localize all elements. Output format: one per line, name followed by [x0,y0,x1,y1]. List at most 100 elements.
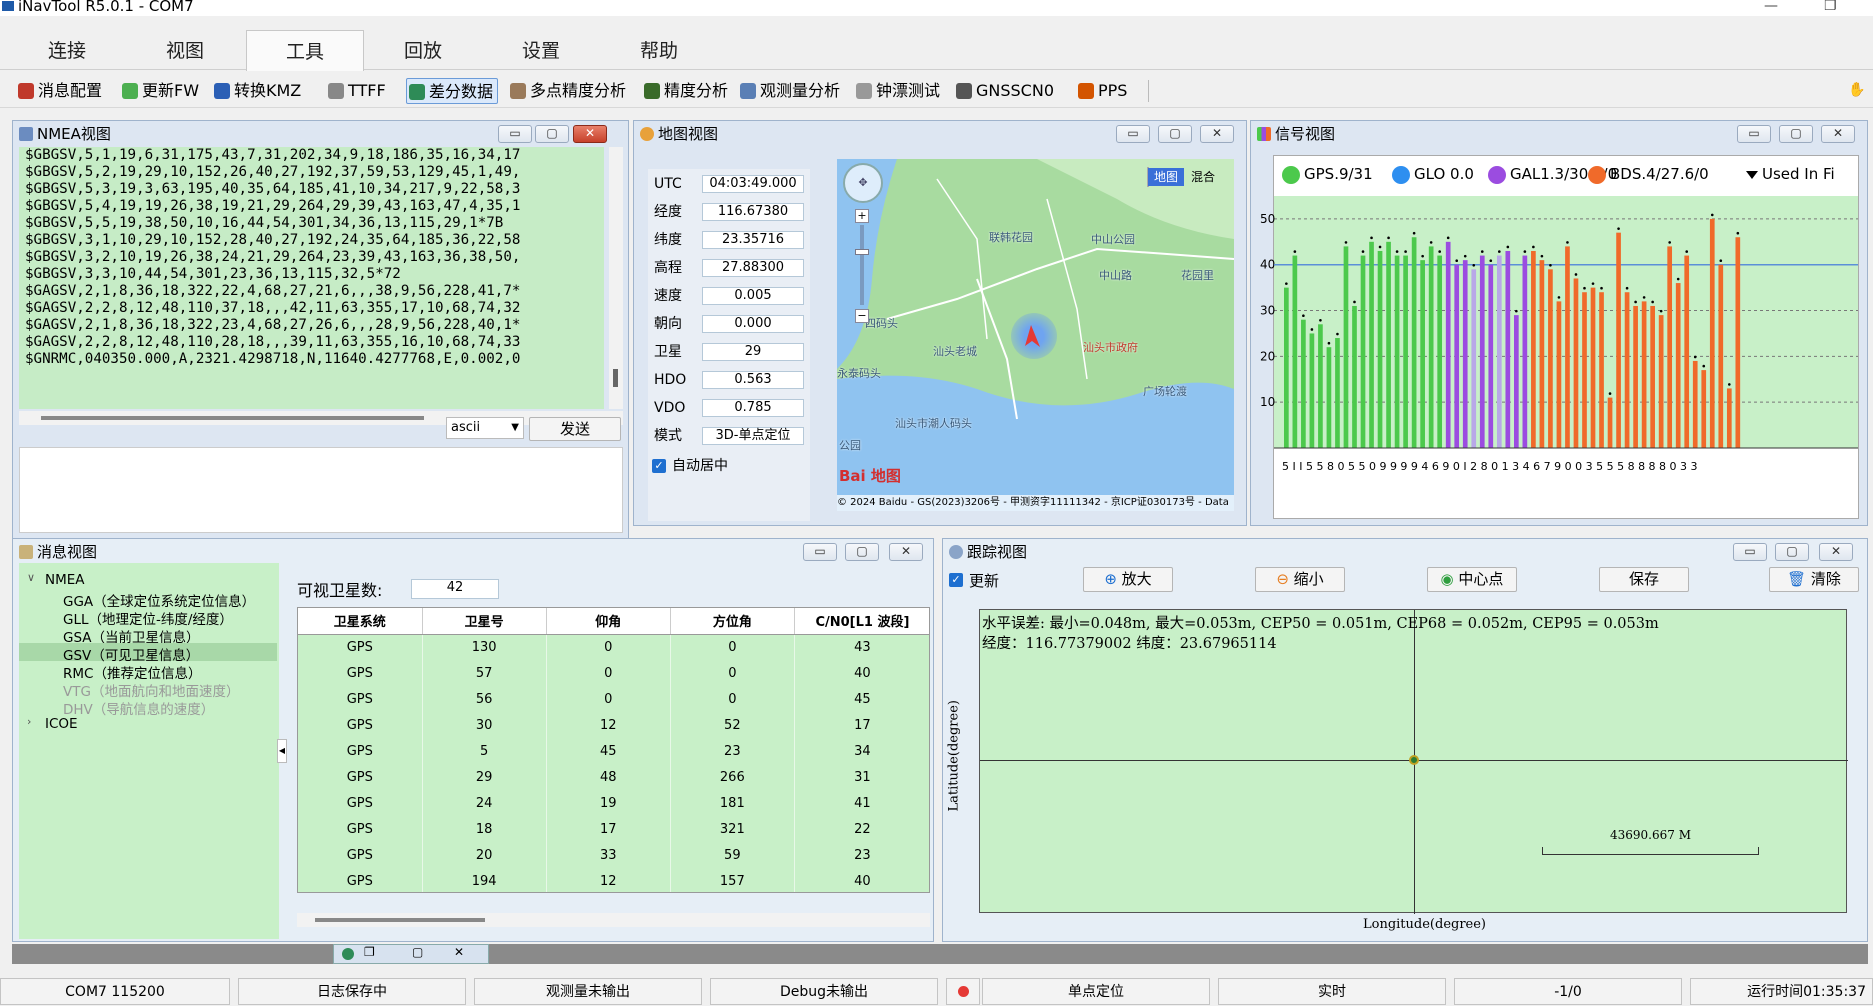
minimize-button[interactable]: ▭ [498,125,532,143]
map-place-label[interactable]: 广场轮渡 [1143,383,1187,399]
splitter-handle[interactable]: ◀ [277,739,287,763]
map-place-label[interactable]: 永泰码头 [837,365,881,381]
maximize-icon[interactable]: ▢ [412,945,423,959]
tree-item[interactable]: GGA（全球定位系统定位信息） [19,589,277,610]
toolbar-multipoint-accuracy-button[interactable]: 多点精度分析 [508,78,626,104]
hand-icon[interactable]: ✋ [1848,82,1865,98]
tree-item[interactable]: GSV（可见卫星信息） [19,643,277,664]
zoom-handle[interactable] [855,249,869,255]
scroll-thumb[interactable] [613,369,618,387]
table-row[interactable]: GPS 5 45 23 34 [298,738,929,764]
close-button[interactable]: ✕ [573,125,607,143]
minimize-button[interactable]: ▭ [1733,543,1767,561]
tab-1[interactable]: 视图 [126,36,244,70]
clear-button[interactable]: 🗑 清除 [1769,567,1859,592]
map-place-label[interactable]: 汕头老城 [933,343,977,359]
column-header[interactable]: 卫星系统 [298,608,423,635]
close-button[interactable]: ✕ [1819,543,1853,561]
pan-control-icon[interactable]: ✥ [843,163,883,203]
tree-item[interactable]: GLL（地理定位-纬度/经度） [19,607,277,628]
map-place-label[interactable]: 四码头 [865,315,898,331]
chevron-right-icon[interactable]: › [27,715,31,728]
zoom-out-button[interactable]: ⊖ 缩小 [1255,567,1345,592]
toolbar-diff-data-button[interactable]: 差分数据 [406,78,499,104]
toolbar-convert-kmz-button[interactable]: 转换KMZ [212,78,301,104]
tree-item[interactable]: RMC（推荐定位信息） [19,661,277,682]
map-place-label[interactable]: 中山公园 [1091,231,1135,247]
hscroll-thumb[interactable] [41,416,424,420]
table-row[interactable]: GPS 24 19 181 41 [298,790,929,816]
map-place-label[interactable]: 汕头市政府 [1083,339,1138,355]
encoding-select[interactable]: ascii ▼ [446,417,524,439]
tab-0[interactable]: 连接 [8,36,126,70]
update-checkbox[interactable]: ✓ [949,573,963,587]
track-plot[interactable]: 水平误差: 最小=0.048m, 最大=0.053m, CEP50 = 0.05… [979,609,1848,914]
table-row[interactable]: GPS 56 0 0 45 [298,686,929,712]
minimize-button[interactable]: ▭ [1737,125,1771,143]
map-canvas[interactable]: 联韩花园 中山公园中山路 花园里四码头汕头老城 汕头市政府永泰码头广场轮渡汕头市潮人码… [837,159,1234,511]
table-row[interactable]: GPS 20 33 59 23 [298,842,929,868]
tab-3[interactable]: 回放 [364,36,482,70]
maximize-button[interactable]: ▢ [1158,125,1192,143]
maximize-button[interactable]: ▢ [845,543,879,561]
zoom-in-icon[interactable]: + [855,209,869,223]
map-place-label[interactable]: 联韩花园 [989,229,1033,245]
nmea-text-area[interactable]: $GBGSV,5,1,19,6,31,175,43,7,31,202,34,9,… [19,147,604,409]
close-icon[interactable]: ✕ [454,945,464,959]
close-button[interactable]: ✕ [1200,125,1234,143]
table-horizontal-scrollbar[interactable] [297,913,930,927]
maximize-button[interactable]: ▢ [1775,543,1809,561]
chevron-down-icon[interactable]: ∨ [27,571,35,584]
tree-item[interactable]: DHV（导航信息的速度） [19,697,277,718]
toolbar-ttff-button[interactable]: TTFF [326,78,386,104]
toolbar-update-fw-button[interactable]: 更新FW [120,78,199,104]
minimized-window[interactable]: ❐ ▢ ✕ [333,944,489,964]
map-place-label[interactable]: 花园里 [1181,267,1214,283]
toolbar-clock-drift-button[interactable]: 钟漂测试 [854,78,940,104]
close-button[interactable]: ✕ [889,543,923,561]
restore-icon[interactable]: ❐ [1824,0,1837,13]
minimize-button[interactable]: ▭ [1116,125,1150,143]
table-row[interactable]: GPS 130 0 0 43 [298,634,929,660]
tab-5[interactable]: 帮助 [600,36,718,70]
table-row[interactable]: GPS 194 12 157 40 [298,868,929,892]
message-tree[interactable]: ∨ NMEA GGA（全球定位系统定位信息） GLL（地理定位-纬度/经度） GSA（当… [19,563,279,939]
table-row[interactable]: GPS 18 17 321 22 [298,816,929,842]
table-row[interactable]: GPS 29 48 266 31 [298,764,929,790]
table-row[interactable]: GPS 57 0 0 40 [298,660,929,686]
minimize-icon[interactable]: — [1764,0,1778,13]
close-button[interactable]: ✕ [1821,125,1855,143]
toolbar-accuracy-analysis-button[interactable]: 精度分析 [642,78,728,104]
map-place-label[interactable]: 公园 [839,437,861,453]
toolbar-gnsscn0-button[interactable]: GNSSCN0 [954,78,1054,104]
tab-2[interactable]: 工具 [246,30,364,71]
tab-4[interactable]: 设置 [482,36,600,70]
column-header[interactable]: 仰角 [546,608,671,635]
map-place-label[interactable]: 中山路 [1099,267,1132,283]
zoom-slider[interactable] [860,225,864,305]
tree-item[interactable]: › ICOE [19,715,277,733]
toolbar-pps-button[interactable]: PPS [1076,78,1127,104]
restore-icon[interactable]: ❐ [364,945,375,959]
maximize-button[interactable]: ▢ [1779,125,1813,143]
table-row[interactable]: GPS 30 12 52 17 [298,712,929,738]
nmea-vertical-scrollbar[interactable] [609,147,623,409]
tree-item[interactable]: ∨ NMEA [19,571,277,589]
column-header[interactable]: 方位角 [670,608,795,635]
zoom-out-icon[interactable]: − [855,309,869,323]
map-mode-switch[interactable]: 地图 混合 [1147,167,1215,187]
zoom-in-button[interactable]: ⊕ 放大 [1083,567,1173,592]
send-button[interactable]: 发送 [529,417,621,441]
send-input[interactable] [19,447,623,533]
column-header[interactable]: C/N0[L1 波段] [794,608,929,635]
tree-item[interactable]: GSA（当前卫星信息） [19,625,277,646]
column-header[interactable]: 卫星号 [422,608,547,635]
minimize-button[interactable]: ▭ [803,543,837,561]
map-mode-hybrid[interactable]: 混合 [1184,168,1222,186]
hscroll-thumb[interactable] [315,918,485,922]
toolbar-message-config-button[interactable]: 消息配置 [16,78,102,104]
map-place-label[interactable]: 汕头市潮人码头 [895,415,972,431]
maximize-button[interactable]: ▢ [535,125,569,143]
auto-center-checkbox[interactable]: ✓ [652,459,666,473]
map-mode-map[interactable]: 地图 [1148,168,1184,186]
